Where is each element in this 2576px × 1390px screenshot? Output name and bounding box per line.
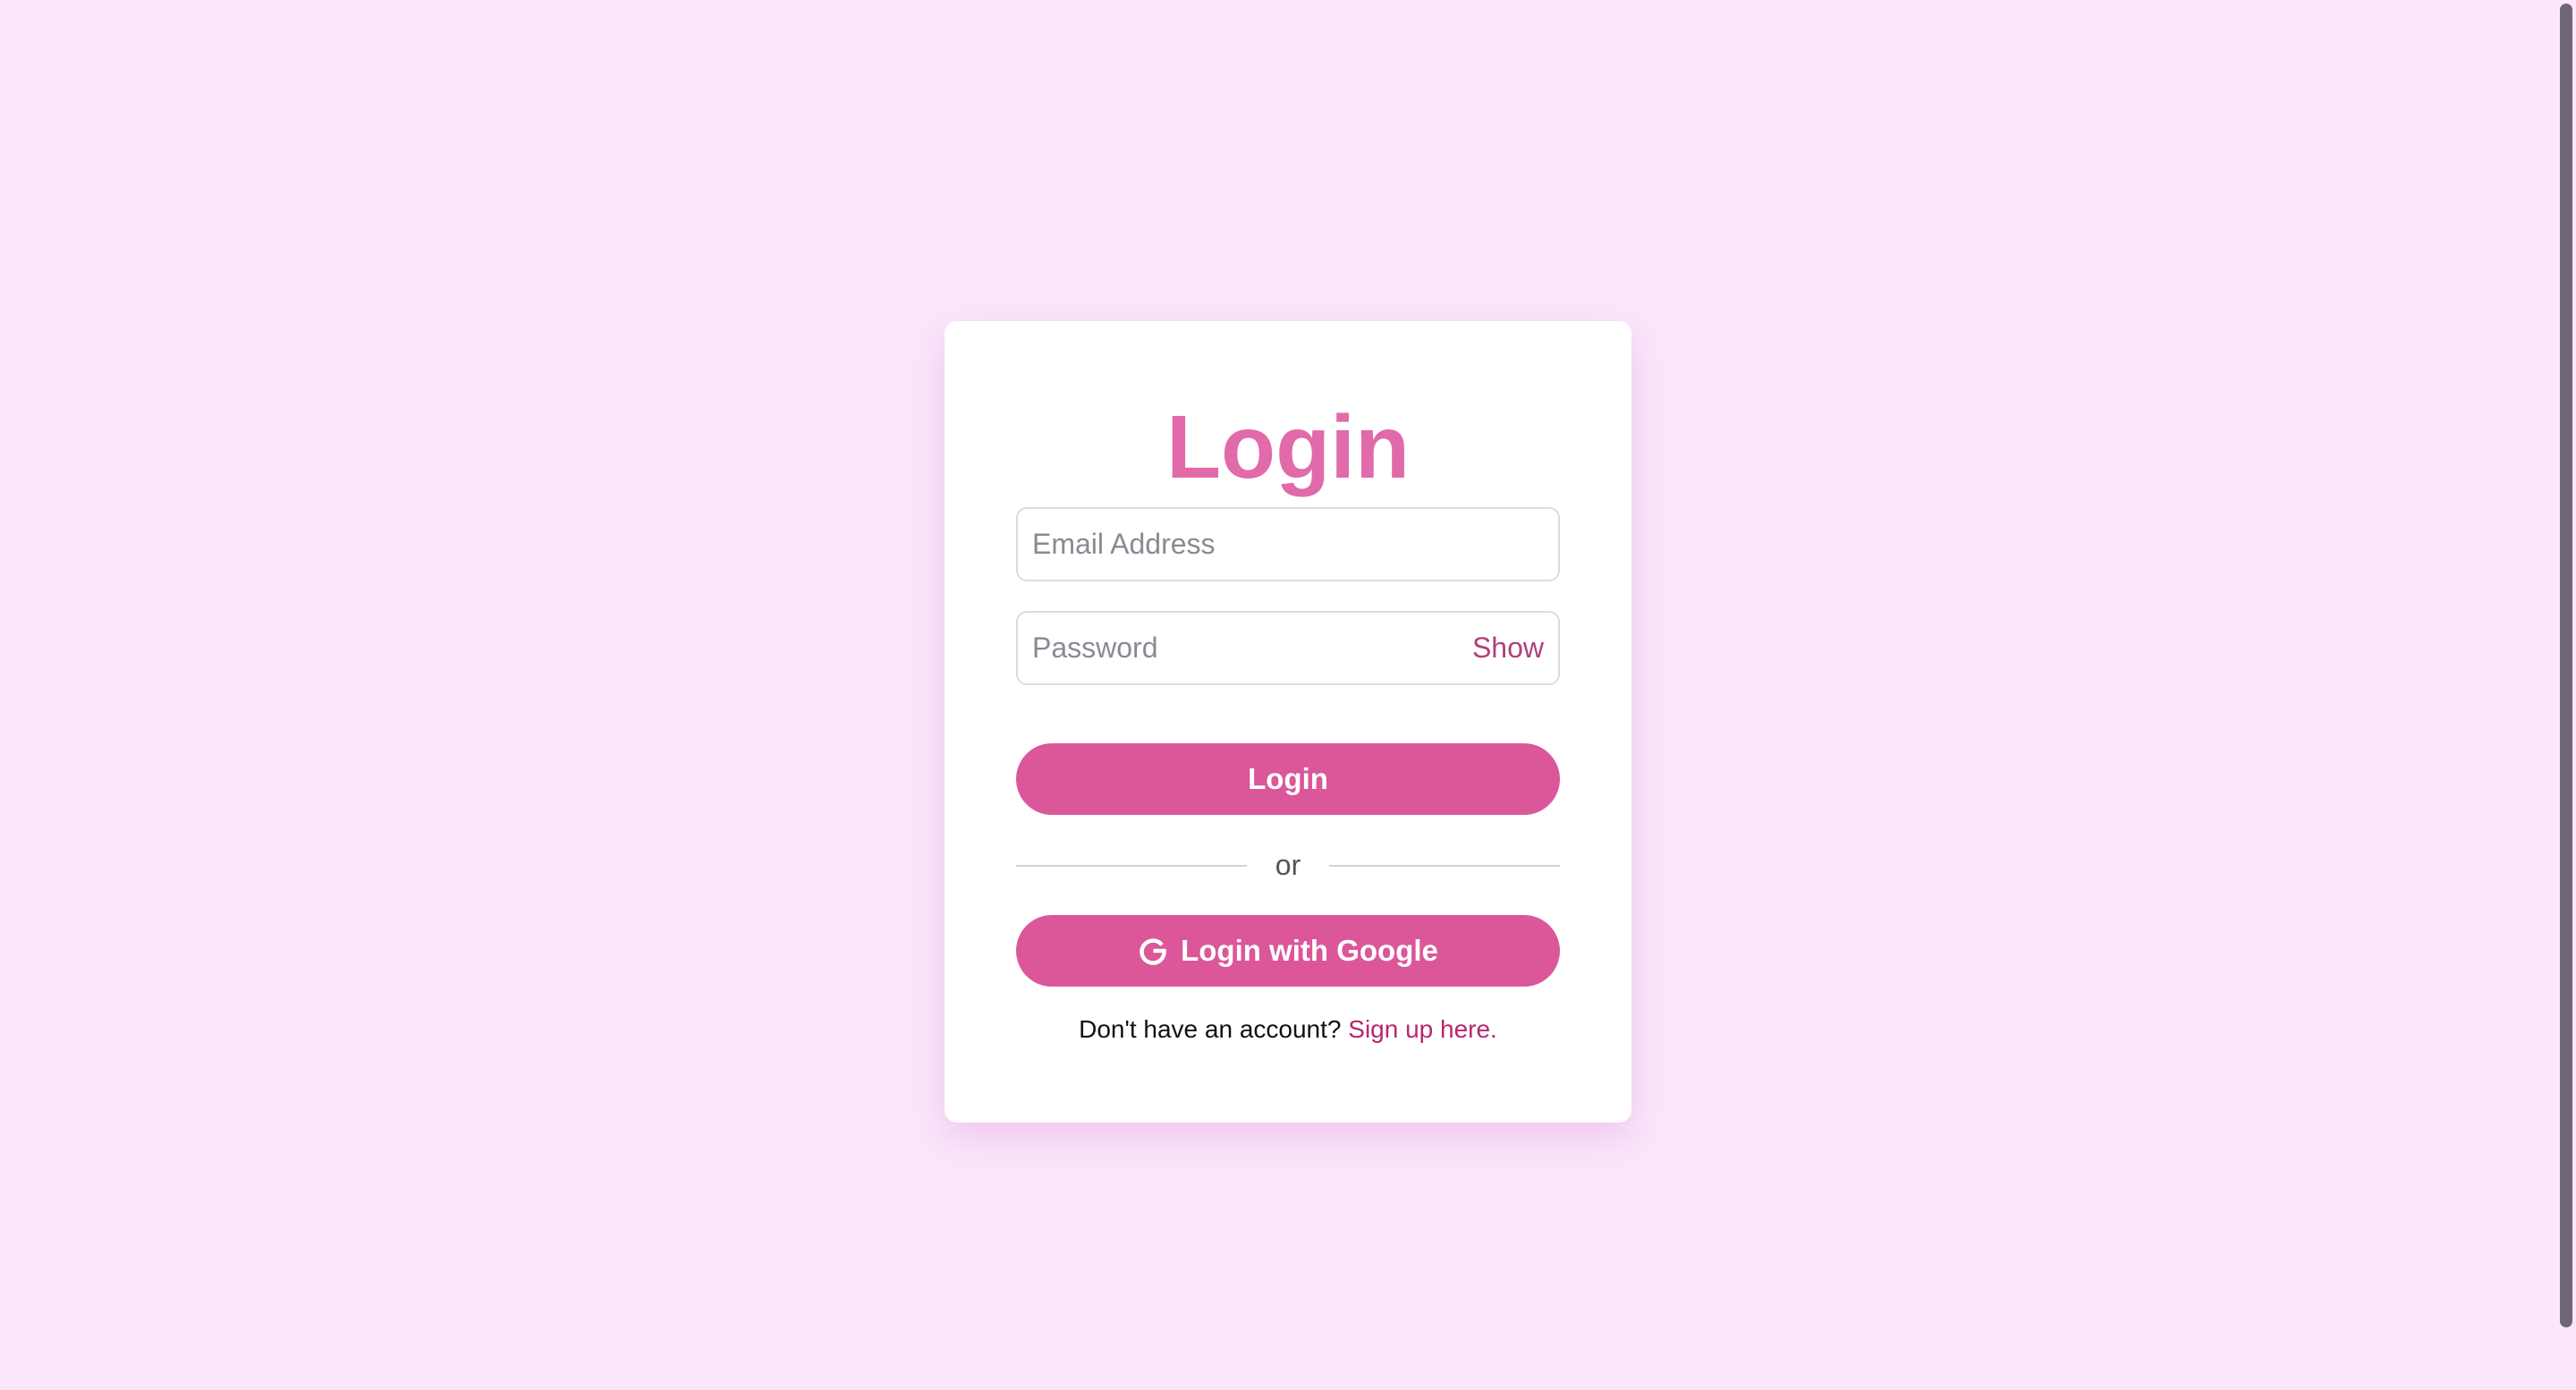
login-button[interactable]: Login	[1016, 743, 1560, 815]
or-divider: or	[1016, 847, 1560, 883]
signup-prompt: Don't have an account?	[1079, 1015, 1342, 1043]
login-button-label: Login	[1248, 762, 1328, 795]
password-input[interactable]	[1018, 613, 1472, 683]
vertical-scrollbar[interactable]	[2556, 0, 2576, 1390]
scrollbar-thumb[interactable]	[2560, 4, 2572, 1327]
google-button-label: Login with Google	[1181, 934, 1438, 967]
show-password-toggle[interactable]: Show	[1472, 631, 1558, 665]
google-g-icon	[1138, 936, 1168, 966]
divider-line-right	[1329, 865, 1560, 867]
login-title: Login	[1165, 397, 1411, 497]
signup-link[interactable]: Sign up here.	[1348, 1015, 1497, 1043]
signup-row: Don't have an account? Sign up here.	[945, 1013, 1631, 1046]
login-card: Login Show Login or Login with Google Do…	[945, 321, 1631, 1123]
email-field[interactable]	[1016, 507, 1560, 581]
password-field[interactable]: Show	[1016, 611, 1560, 685]
google-login-button[interactable]: Login with Google	[1016, 915, 1560, 987]
email-input[interactable]	[1018, 509, 1558, 580]
